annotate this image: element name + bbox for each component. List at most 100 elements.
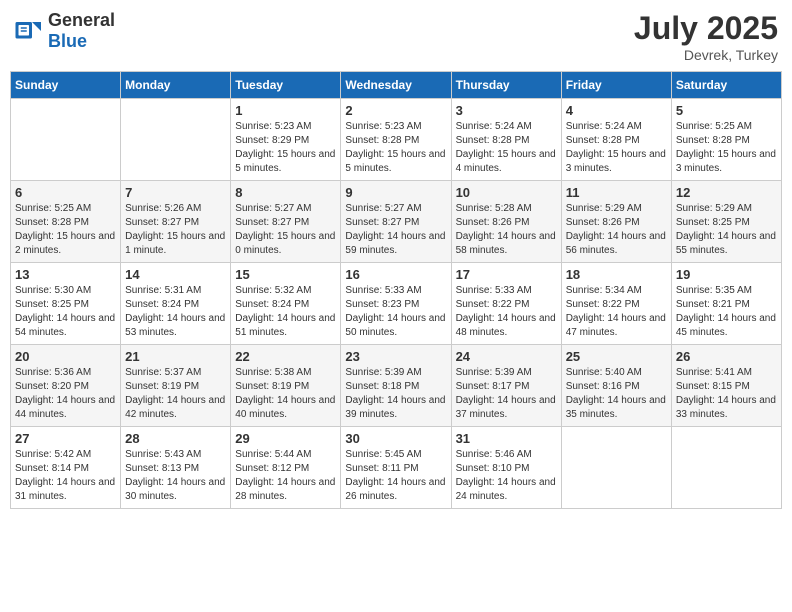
- calendar-cell: 14Sunrise: 5:31 AMSunset: 8:24 PMDayligh…: [121, 263, 231, 345]
- calendar-cell: 1Sunrise: 5:23 AMSunset: 8:29 PMDaylight…: [231, 99, 341, 181]
- logo-general: General: [48, 10, 115, 30]
- day-detail: Sunrise: 5:25 AMSunset: 8:28 PMDaylight:…: [15, 202, 116, 258]
- calendar-week-row: 6 Sunrise: 5:25 AMSunset: 8:28 PMDaylight…: [11, 181, 782, 263]
- calendar-cell: 7 Sunrise: 5:26 AMSunset: 8:27 PMDaylight…: [121, 181, 231, 263]
- calendar-cell: [11, 99, 121, 181]
- calendar-week-row: 13 Sunrise: 5:30 AMSunset: 8:25 PMDayligh…: [11, 263, 782, 345]
- calendar-cell: 2Sunrise: 5:23 AMSunset: 8:28 PMDaylight…: [341, 99, 451, 181]
- calendar-cell: 31 Sunrise: 5:46 AMSunset: 8:10 PMDayligh…: [451, 427, 561, 509]
- day-detail: Sunrise: 5:23 AMSunset: 8:29 PMDaylight:…: [235, 120, 336, 176]
- day-number: 6: [15, 185, 116, 200]
- day-number: 25: [566, 349, 667, 364]
- day-number: 15: [235, 267, 336, 282]
- calendar-cell: 8 Sunrise: 5:27 AMSunset: 8:27 PMDaylight…: [231, 181, 341, 263]
- day-number: 31: [456, 431, 557, 446]
- day-detail: Sunrise: 5:29 AMSunset: 8:26 PMDaylight:…: [566, 202, 667, 258]
- calendar-cell: [671, 427, 781, 509]
- day-number: 9: [345, 185, 446, 200]
- day-detail: Sunrise: 5:34 AMSunset: 8:22 PMDaylight:…: [566, 284, 667, 340]
- header-saturday: Saturday: [671, 72, 781, 99]
- day-detail: Sunrise: 5:45 AMSunset: 8:11 PMDaylight:…: [345, 448, 446, 504]
- header-friday: Friday: [561, 72, 671, 99]
- calendar-table: Sunday Monday Tuesday Wednesday Thursday…: [10, 71, 782, 509]
- day-number: 29: [235, 431, 336, 446]
- day-detail: Sunrise: 5:24 AMSunset: 8:28 PMDaylight:…: [456, 120, 557, 176]
- calendar-cell: 21 Sunrise: 5:37 AMSunset: 8:19 PMDayligh…: [121, 345, 231, 427]
- header-monday: Monday: [121, 72, 231, 99]
- day-number: 21: [125, 349, 226, 364]
- day-detail: Sunrise: 5:33 AMSunset: 8:23 PMDaylight:…: [345, 284, 446, 340]
- calendar-cell: 11Sunrise: 5:29 AMSunset: 8:26 PMDayligh…: [561, 181, 671, 263]
- day-detail: Sunrise: 5:46 AMSunset: 8:10 PMDaylight:…: [456, 448, 557, 504]
- day-detail: Sunrise: 5:40 AMSunset: 8:16 PMDaylight:…: [566, 366, 667, 422]
- header-thursday: Thursday: [451, 72, 561, 99]
- calendar-cell: 3 Sunrise: 5:24 AMSunset: 8:28 PMDaylight…: [451, 99, 561, 181]
- day-number: 22: [235, 349, 336, 364]
- day-detail: Sunrise: 5:29 AMSunset: 8:25 PMDaylight:…: [676, 202, 777, 258]
- day-number: 12: [676, 185, 777, 200]
- day-number: 17: [456, 267, 557, 282]
- calendar-cell: 29Sunrise: 5:44 AMSunset: 8:12 PMDayligh…: [231, 427, 341, 509]
- day-detail: Sunrise: 5:39 AMSunset: 8:17 PMDaylight:…: [456, 366, 557, 422]
- calendar-cell: 30 Sunrise: 5:45 AMSunset: 8:11 PMDayligh…: [341, 427, 451, 509]
- calendar-week-row: 27 Sunrise: 5:42 AMSunset: 8:14 PMDayligh…: [11, 427, 782, 509]
- day-detail: Sunrise: 5:39 AMSunset: 8:18 PMDaylight:…: [345, 366, 446, 422]
- calendar-cell: 23Sunrise: 5:39 AMSunset: 8:18 PMDayligh…: [341, 345, 451, 427]
- day-detail: Sunrise: 5:42 AMSunset: 8:14 PMDaylight:…: [15, 448, 116, 504]
- calendar-week-row: 1Sunrise: 5:23 AMSunset: 8:29 PMDaylight…: [11, 99, 782, 181]
- calendar-cell: 17Sunrise: 5:33 AMSunset: 8:22 PMDayligh…: [451, 263, 561, 345]
- day-detail: Sunrise: 5:27 AMSunset: 8:27 PMDaylight:…: [235, 202, 336, 258]
- calendar-cell: 18Sunrise: 5:34 AMSunset: 8:22 PMDayligh…: [561, 263, 671, 345]
- calendar-cell: 22 Sunrise: 5:38 AMSunset: 8:19 PMDayligh…: [231, 345, 341, 427]
- day-number: 5: [676, 103, 777, 118]
- day-number: 26: [676, 349, 777, 364]
- calendar-cell: 16 Sunrise: 5:33 AMSunset: 8:23 PMDayligh…: [341, 263, 451, 345]
- day-number: 19: [676, 267, 777, 282]
- day-detail: Sunrise: 5:28 AMSunset: 8:26 PMDaylight:…: [456, 202, 557, 258]
- day-number: 28: [125, 431, 226, 446]
- day-number: 27: [15, 431, 116, 446]
- day-detail: Sunrise: 5:41 AMSunset: 8:15 PMDaylight:…: [676, 366, 777, 422]
- day-number: 7: [125, 185, 226, 200]
- calendar-cell: 26 Sunrise: 5:41 AMSunset: 8:15 PMDayligh…: [671, 345, 781, 427]
- calendar-cell: 6 Sunrise: 5:25 AMSunset: 8:28 PMDaylight…: [11, 181, 121, 263]
- day-detail: Sunrise: 5:36 AMSunset: 8:20 PMDaylight:…: [15, 366, 116, 422]
- calendar-cell: 5 Sunrise: 5:25 AMSunset: 8:28 PMDaylight…: [671, 99, 781, 181]
- calendar-cell: 19 Sunrise: 5:35 AMSunset: 8:21 PMDayligh…: [671, 263, 781, 345]
- calendar-week-row: 20 Sunrise: 5:36 AMSunset: 8:20 PMDayligh…: [11, 345, 782, 427]
- header-tuesday: Tuesday: [231, 72, 341, 99]
- page-header: General Blue July 2025 Devrek, Turkey: [10, 10, 782, 63]
- calendar-title: July 2025: [634, 10, 778, 47]
- day-detail: Sunrise: 5:37 AMSunset: 8:19 PMDaylight:…: [125, 366, 226, 422]
- day-detail: Sunrise: 5:38 AMSunset: 8:19 PMDaylight:…: [235, 366, 336, 422]
- day-detail: Sunrise: 5:25 AMSunset: 8:28 PMDaylight:…: [676, 120, 777, 176]
- logo: General Blue: [14, 10, 115, 52]
- day-number: 4: [566, 103, 667, 118]
- logo-blue: Blue: [48, 31, 87, 51]
- day-detail: Sunrise: 5:23 AMSunset: 8:28 PMDaylight:…: [345, 120, 446, 176]
- calendar-cell: 27 Sunrise: 5:42 AMSunset: 8:14 PMDayligh…: [11, 427, 121, 509]
- day-number: 13: [15, 267, 116, 282]
- day-number: 20: [15, 349, 116, 364]
- calendar-cell: 24Sunrise: 5:39 AMSunset: 8:17 PMDayligh…: [451, 345, 561, 427]
- day-number: 30: [345, 431, 446, 446]
- day-number: 16: [345, 267, 446, 282]
- header-wednesday: Wednesday: [341, 72, 451, 99]
- day-detail: Sunrise: 5:35 AMSunset: 8:21 PMDaylight:…: [676, 284, 777, 340]
- day-detail: Sunrise: 5:31 AMSunset: 8:24 PMDaylight:…: [125, 284, 226, 340]
- header-sunday: Sunday: [11, 72, 121, 99]
- calendar-cell: [121, 99, 231, 181]
- calendar-cell: 25 Sunrise: 5:40 AMSunset: 8:16 PMDayligh…: [561, 345, 671, 427]
- calendar-cell: [561, 427, 671, 509]
- calendar-cell: 13 Sunrise: 5:30 AMSunset: 8:25 PMDayligh…: [11, 263, 121, 345]
- calendar-cell: 20 Sunrise: 5:36 AMSunset: 8:20 PMDayligh…: [11, 345, 121, 427]
- day-number: 8: [235, 185, 336, 200]
- day-number: 3: [456, 103, 557, 118]
- calendar-location: Devrek, Turkey: [634, 47, 778, 63]
- logo-icon: [14, 16, 44, 46]
- day-detail: Sunrise: 5:30 AMSunset: 8:25 PMDaylight:…: [15, 284, 116, 340]
- day-detail: Sunrise: 5:26 AMSunset: 8:27 PMDaylight:…: [125, 202, 226, 258]
- day-detail: Sunrise: 5:43 AMSunset: 8:13 PMDaylight:…: [125, 448, 226, 504]
- calendar-cell: 12 Sunrise: 5:29 AMSunset: 8:25 PMDayligh…: [671, 181, 781, 263]
- calendar-cell: 28 Sunrise: 5:43 AMSunset: 8:13 PMDayligh…: [121, 427, 231, 509]
